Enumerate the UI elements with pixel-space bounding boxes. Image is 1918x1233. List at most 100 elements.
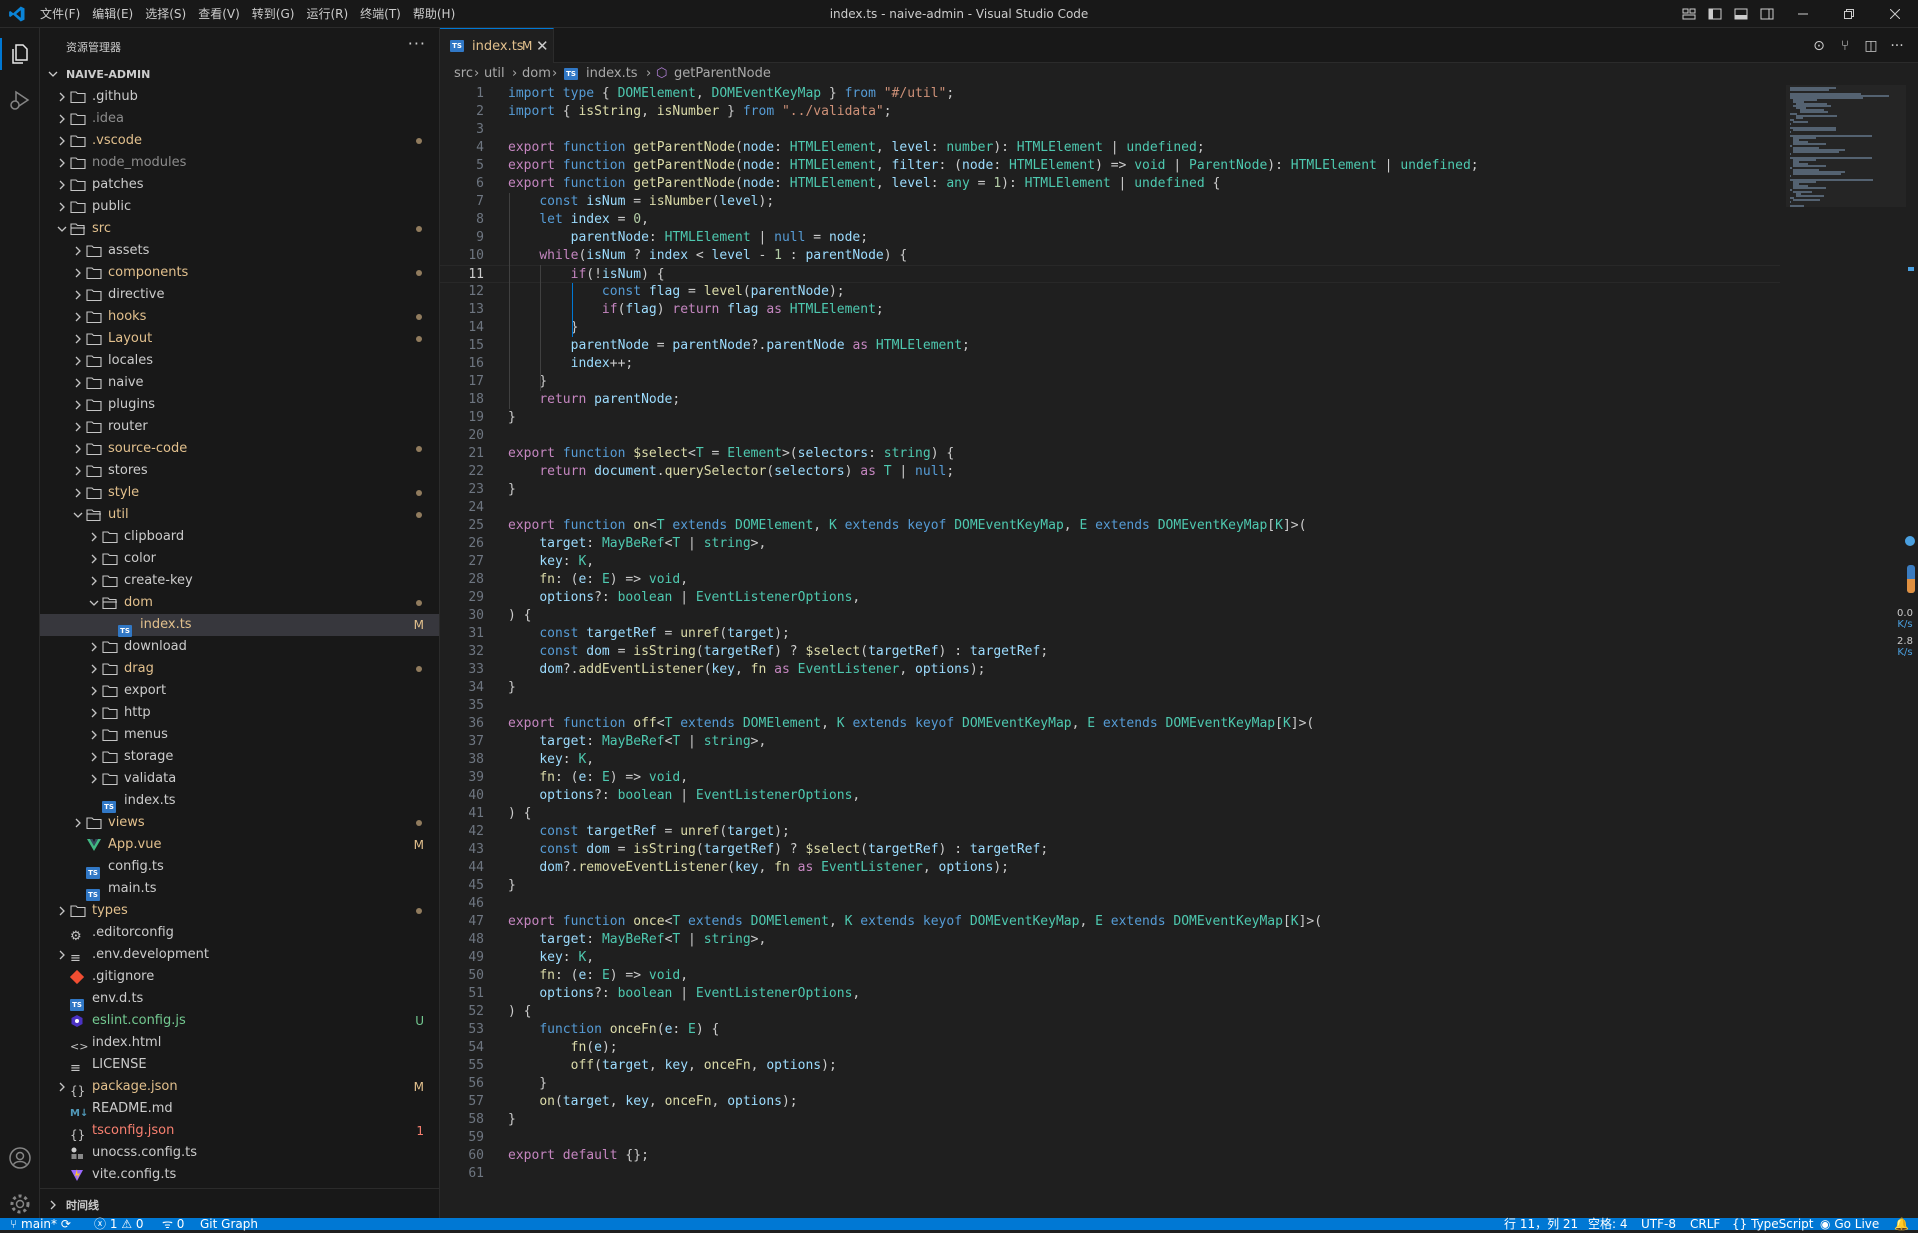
tree-file[interactable]: TS index.ts xyxy=(40,790,439,813)
cursor-position[interactable]: 行 11，列 21 xyxy=(1504,1215,1578,1233)
tree-file[interactable]: .gitignore xyxy=(40,966,439,988)
code-line[interactable]: 58} xyxy=(440,1111,1780,1129)
menu-item[interactable]: 帮助(H) xyxy=(407,0,461,28)
code-line[interactable]: 56 } xyxy=(440,1075,1780,1093)
code-line[interactable]: 12 const flag = level(parentNode); xyxy=(440,283,1780,301)
source-control-branch[interactable]: ⑂ main* ⟳ xyxy=(10,1215,71,1233)
tree-folder[interactable]: .vscode xyxy=(40,130,439,152)
menu-item[interactable]: 选择(S) xyxy=(139,0,192,28)
code-line[interactable]: 60 export default {}; xyxy=(440,1147,1780,1165)
code-line[interactable]: 24 xyxy=(440,499,1780,517)
tree-folder[interactable]: views xyxy=(40,812,439,834)
tree-folder[interactable]: util xyxy=(40,504,439,526)
menu-item[interactable]: 转到(G) xyxy=(246,0,301,28)
tree-folder[interactable]: naive xyxy=(40,372,439,394)
tree-folder[interactable]: directive xyxy=(40,284,439,306)
tree-file[interactable]: eslint.config.js U xyxy=(40,1010,439,1032)
close-window-button[interactable] xyxy=(1872,0,1918,28)
tree-folder[interactable]: export xyxy=(40,680,439,702)
code-line[interactable]: 53 function onceFn(e: E) { xyxy=(440,1021,1780,1039)
code-line[interactable]: 47 export function once<T extends DOMElem… xyxy=(440,913,1780,931)
end-of-line[interactable]: CRLF xyxy=(1690,1215,1720,1233)
code-line[interactable]: 22 return document.querySelector(selecto… xyxy=(440,463,1780,481)
accounts-icon[interactable] xyxy=(0,1138,40,1178)
minimize-button[interactable] xyxy=(1780,0,1826,28)
git-graph-button[interactable]: Git Graph xyxy=(200,1215,258,1233)
tab-index-ts[interactable]: TS index.ts M ✕ xyxy=(440,28,554,63)
tree-folder[interactable]: types xyxy=(40,900,439,922)
tree-file[interactable]: <> index.html xyxy=(40,1032,439,1054)
breadcrumb-item[interactable]: util xyxy=(484,66,505,81)
explorer-icon[interactable] xyxy=(0,34,40,74)
code-line[interactable]: 49 key: K, xyxy=(440,949,1780,967)
code-line[interactable]: 7 const isNum = isNumber(level); xyxy=(440,193,1780,211)
code-line[interactable]: 45} xyxy=(440,877,1780,895)
tree-folder[interactable]: assets xyxy=(40,240,439,262)
tree-folder[interactable]: source-code xyxy=(40,438,439,460)
code-line[interactable]: 9 parentNode: HTMLElement | null = node; xyxy=(440,229,1780,247)
problems-indicator[interactable]: ⓧ 1 ⚠ 0 xyxy=(94,1215,144,1233)
tree-folder[interactable]: color xyxy=(40,548,439,570)
code-line[interactable]: 8 let index = 0, xyxy=(440,211,1780,229)
git-compare-icon[interactable]: ⑂ xyxy=(1832,38,1858,54)
breadcrumb-item[interactable]: getParentNode xyxy=(674,66,771,81)
code-line[interactable]: 2 import { isString, isNumber } from "../… xyxy=(440,103,1780,121)
code-line[interactable]: 42 const targetRef = unref(target); xyxy=(440,823,1780,841)
toggle-primary-sidebar-icon[interactable] xyxy=(1702,0,1728,28)
code-editor[interactable]: 1 import type { DOMElement, DOMEventKeyMa… xyxy=(440,85,1840,1218)
breadcrumb-item[interactable]: dom xyxy=(522,66,551,81)
tree-folder[interactable]: patches xyxy=(40,174,439,196)
tree-folder[interactable]: locales xyxy=(40,350,439,372)
tree-folder[interactable]: download xyxy=(40,636,439,658)
menu-item[interactable]: 文件(F) xyxy=(34,0,86,28)
code-line[interactable]: 41) { xyxy=(440,805,1780,823)
open-changes-icon[interactable]: ⊙ xyxy=(1806,38,1832,54)
code-line[interactable]: 52) { xyxy=(440,1003,1780,1021)
code-line[interactable]: 19} xyxy=(440,409,1780,427)
tree-folder[interactable]: Layout xyxy=(40,328,439,350)
menu-item[interactable]: 运行(R) xyxy=(300,0,354,28)
code-line[interactable]: 44 dom?.removeEventListener(key, fn as E… xyxy=(440,859,1780,877)
language-mode[interactable]: {} TypeScript xyxy=(1732,1215,1813,1233)
close-tab-icon[interactable]: ✕ xyxy=(536,37,549,55)
tree-folder[interactable]: http xyxy=(40,702,439,724)
tree-file[interactable]: TS main.ts xyxy=(40,878,439,901)
tree-file[interactable]: unocss.config.ts xyxy=(40,1142,439,1164)
code-line[interactable]: 32 const dom = isString(targetRef) ? $se… xyxy=(440,643,1780,661)
code-line[interactable]: 1 import type { DOMElement, DOMEventKeyMa… xyxy=(440,85,1780,103)
timeline-section-header[interactable]: 时间线 xyxy=(40,1188,439,1218)
tree-folder[interactable]: validata xyxy=(40,768,439,790)
tree-file[interactable]: {} tsconfig.json 1 xyxy=(40,1120,439,1142)
code-line[interactable]: 39 fn: (e: E) => void, xyxy=(440,769,1780,787)
indentation[interactable]: 空格: 4 xyxy=(1588,1215,1628,1233)
code-line[interactable]: 14 } xyxy=(440,319,1780,337)
split-editor-icon[interactable]: ◫ xyxy=(1858,38,1884,54)
code-line[interactable]: 6 export function getParentNode(node: HTM… xyxy=(440,175,1780,193)
code-line[interactable]: 54 fn(e); xyxy=(440,1039,1780,1057)
ports-indicator[interactable]: ᯤ 0 xyxy=(162,1215,184,1233)
tree-file[interactable]: App.vue M xyxy=(40,834,439,856)
tree-folder[interactable]: menus xyxy=(40,724,439,746)
minimap[interactable] xyxy=(1786,85,1906,207)
code-line[interactable]: 50 fn: (e: E) => void, xyxy=(440,967,1780,985)
code-line[interactable]: 16 index++; xyxy=(440,355,1780,373)
code-line[interactable]: 40 options?: boolean | EventListenerOpti… xyxy=(440,787,1780,805)
code-line[interactable]: 37 target: MayBeRef<T | string>, xyxy=(440,733,1780,751)
code-line[interactable]: 33 dom?.addEventListener(key, fn as Even… xyxy=(440,661,1780,679)
code-line[interactable]: 59 xyxy=(440,1129,1780,1147)
tree-folder[interactable]: router xyxy=(40,416,439,438)
encoding[interactable]: UTF-8 xyxy=(1641,1215,1676,1233)
tree-file[interactable]: ≡ LICENSE xyxy=(40,1054,439,1076)
tree-file[interactable]: ≡ .env.development xyxy=(40,944,439,966)
toggle-panel-icon[interactable] xyxy=(1728,0,1754,28)
code-line[interactable]: 3 xyxy=(440,121,1780,139)
code-line[interactable]: 25 export function on<T extends DOMElemen… xyxy=(440,517,1780,535)
code-line[interactable]: 34} xyxy=(440,679,1780,697)
menu-item[interactable]: 编辑(E) xyxy=(86,0,139,28)
code-line[interactable]: 20 xyxy=(440,427,1780,445)
breadcrumb-item[interactable]: index.ts xyxy=(586,66,638,81)
tree-folder[interactable]: dom xyxy=(40,592,439,614)
code-line[interactable]: 5 export function getParentNode(node: HTM… xyxy=(440,157,1780,175)
code-line[interactable]: 26 target: MayBeRef<T | string>, xyxy=(440,535,1780,553)
code-line[interactable]: 27 key: K, xyxy=(440,553,1780,571)
